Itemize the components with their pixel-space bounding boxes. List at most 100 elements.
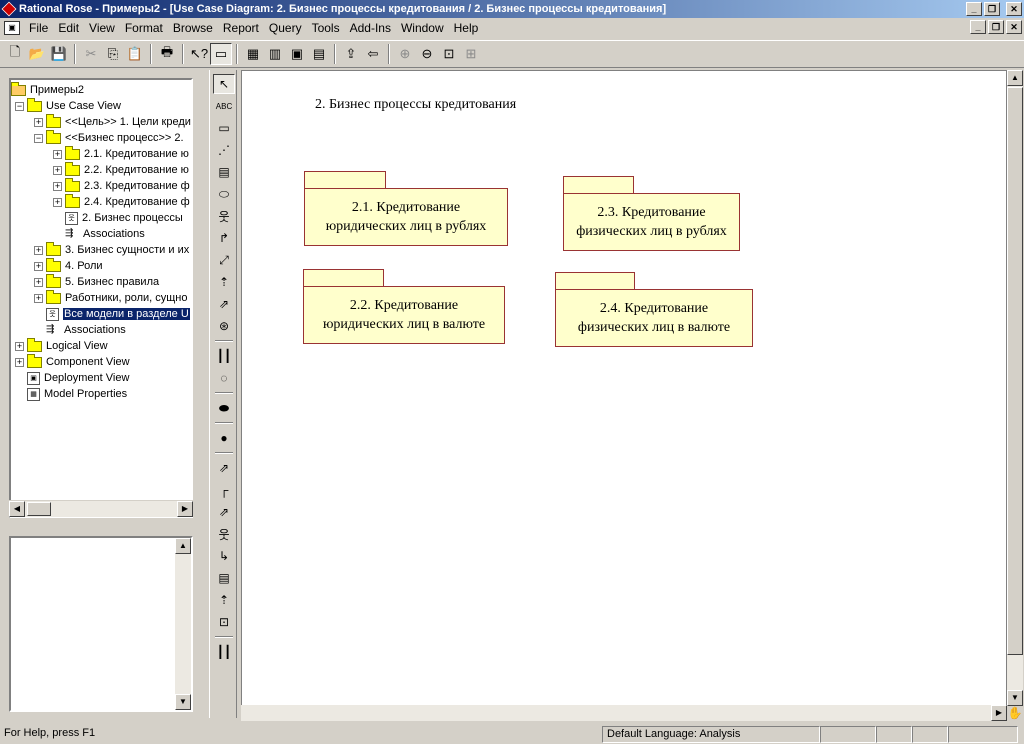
separator-bars-icon[interactable]: ┃┃: [213, 642, 235, 662]
expand-icon[interactable]: +: [34, 261, 43, 271]
tree-item[interactable]: + <<Цель>> 1. Цели креди: [34, 113, 191, 130]
tree-item[interactable]: +5. Бизнес правила: [34, 273, 159, 290]
tree-item[interactable]: +2.3. Кредитование ф: [53, 177, 190, 194]
worker-icon[interactable]: 웃: [213, 524, 235, 544]
doc-vertical-scrollbar[interactable]: ▲ ▼: [175, 538, 191, 710]
note-icon[interactable]: ▭: [213, 118, 235, 138]
close-button[interactable]: ✕: [1006, 2, 1022, 16]
diagram-window-icon[interactable]: ▣: [4, 21, 20, 35]
expand-icon[interactable]: +: [53, 181, 62, 191]
boundary-icon[interactable]: ┃┃: [213, 346, 235, 366]
scroll-thumb[interactable]: [27, 502, 51, 516]
tree-item[interactable]: ⇶ Associations: [34, 322, 126, 338]
dependency-dotted-icon[interactable]: ⇡: [213, 590, 235, 610]
expand-icon[interactable]: +: [15, 357, 24, 367]
business-actor-icon[interactable]: ⇗: [213, 294, 235, 314]
tree-item[interactable]: +2.2. Кредитование ю: [53, 161, 189, 178]
generalization-icon[interactable]: ⇡: [213, 272, 235, 292]
documentation-panel[interactable]: ▲ ▼: [9, 536, 193, 712]
cut-icon[interactable]: ✂: [80, 43, 102, 65]
expand-icon[interactable]: +: [34, 117, 43, 127]
dependency-icon[interactable]: ⤢: [213, 250, 235, 270]
menu-report[interactable]: Report: [218, 21, 264, 35]
expand-icon[interactable]: +: [15, 341, 24, 351]
collapse-icon[interactable]: −: [34, 133, 43, 143]
tree-item[interactable]: + Component View: [15, 353, 130, 370]
menu-help[interactable]: Help: [449, 21, 484, 35]
browse-deployment-icon[interactable]: ▤: [308, 43, 330, 65]
menu-edit[interactable]: Edit: [53, 21, 84, 35]
scroll-down-icon[interactable]: ▼: [175, 694, 191, 710]
menu-file[interactable]: File: [24, 21, 53, 35]
association-corner-icon[interactable]: ┌: [213, 480, 235, 500]
entity-icon[interactable]: ▤: [213, 568, 235, 588]
tree-root[interactable]: Примеры2: [11, 81, 84, 98]
expand-icon[interactable]: +: [53, 149, 62, 159]
scroll-left-icon[interactable]: ◀: [9, 501, 25, 517]
use-case-realization-icon[interactable]: ⬬: [213, 398, 235, 418]
save-icon[interactable]: 💾: [48, 43, 70, 65]
context-help-icon[interactable]: ↖?: [188, 43, 210, 65]
fit-window-icon[interactable]: ⊡: [438, 43, 460, 65]
tree-item[interactable]: + Работники, роли, сущно: [34, 289, 188, 306]
business-worker-icon[interactable]: ●: [213, 428, 235, 448]
business-use-case-realization-icon[interactable]: ◌: [213, 368, 235, 388]
tree-item[interactable]: +4. Роли: [34, 257, 103, 274]
expand-icon[interactable]: +: [34, 245, 43, 255]
view-doc-icon[interactable]: ▭: [210, 43, 232, 65]
selection-tool-icon[interactable]: ↖: [213, 74, 235, 94]
actor-icon[interactable]: 웃: [213, 206, 235, 226]
minimize-button[interactable]: _: [966, 2, 982, 16]
menu-browse[interactable]: Browse: [168, 21, 218, 35]
print-icon[interactable]: 🖶: [156, 43, 178, 65]
paste-icon[interactable]: 📋: [124, 43, 146, 65]
tree-item[interactable]: +3. Бизнес сущности и их: [34, 241, 189, 258]
use-case-icon[interactable]: ⬭: [213, 184, 235, 204]
browse-previous-icon[interactable]: ⇦: [362, 43, 384, 65]
restore-button[interactable]: ❐: [984, 2, 1000, 16]
undo-fit-icon[interactable]: ⊞: [460, 43, 482, 65]
open-icon[interactable]: 📂: [26, 43, 48, 65]
tree-item[interactable]: ▣ Deployment View: [15, 370, 129, 386]
tree-item[interactable]: − Use Case View: [15, 97, 121, 114]
zoom-in-icon[interactable]: ⊕: [394, 43, 416, 65]
canvas-vertical-scrollbar[interactable]: ▲ ▼: [1007, 70, 1023, 706]
menu-format[interactable]: Format: [120, 21, 168, 35]
zoom-out-icon[interactable]: ⊖: [416, 43, 438, 65]
menu-window[interactable]: Window: [396, 21, 449, 35]
browse-class-icon[interactable]: ▦: [242, 43, 264, 65]
menu-tools[interactable]: Tools: [307, 21, 345, 35]
collapse-icon[interactable]: −: [15, 101, 24, 111]
package-icon[interactable]: ▤: [213, 162, 235, 182]
browse-component-icon[interactable]: ▣: [286, 43, 308, 65]
mdi-minimize-button[interactable]: _: [970, 20, 986, 34]
text-box-icon[interactable]: ABC: [213, 96, 235, 116]
scroll-up-icon[interactable]: ▲: [175, 538, 191, 554]
dependency-2-icon[interactable]: ⇗: [213, 502, 235, 522]
browse-parent-icon[interactable]: ⇪: [340, 43, 362, 65]
unidirectional-association-icon[interactable]: ↱: [213, 228, 235, 248]
copy-icon[interactable]: ⎘: [102, 43, 124, 65]
tree-item[interactable]: − <<Бизнес процесс>> 2.: [34, 129, 184, 146]
pan-hand-icon[interactable]: ✋: [1007, 705, 1023, 721]
expand-icon[interactable]: +: [53, 197, 62, 207]
business-use-case-icon[interactable]: ⊛: [213, 316, 235, 336]
use-case-diagram-canvas[interactable]: 2. Бизнес процессы кредитования 2.1. Кре…: [241, 70, 1007, 706]
canvas-horizontal-scrollbar[interactable]: ▶: [241, 705, 1007, 721]
mdi-restore-button[interactable]: ❐: [988, 20, 1004, 34]
business-entity-icon[interactable]: ⊡: [213, 612, 235, 632]
tree-item[interactable]: + Logical View: [15, 337, 108, 354]
tree-item[interactable]: 웃 Все модели в разделе U: [34, 306, 190, 322]
tree-item[interactable]: ▦ Model Properties: [15, 386, 127, 402]
menu-add-ins[interactable]: Add-Ins: [345, 21, 396, 35]
tree-item[interactable]: +2.1. Кредитование ю: [53, 145, 189, 162]
browser-horizontal-scrollbar[interactable]: ◀ ▶: [9, 500, 193, 517]
realize-icon[interactable]: ⇗: [213, 458, 235, 478]
model-browser[interactable]: Примеры2 − Use Case View + <<Цель>> 1. Цели…: [9, 78, 193, 518]
anchor-note-icon[interactable]: ⋰: [213, 140, 235, 160]
scroll-right-icon[interactable]: ▶: [991, 705, 1007, 721]
menu-view[interactable]: View: [84, 21, 120, 35]
new-icon[interactable]: 🗋: [4, 43, 26, 65]
expand-icon[interactable]: +: [34, 293, 43, 303]
mdi-close-button[interactable]: ✕: [1006, 20, 1022, 34]
